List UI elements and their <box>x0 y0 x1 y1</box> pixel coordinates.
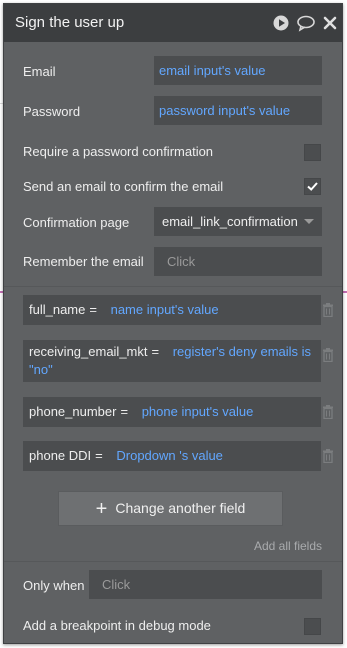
close-icon[interactable] <box>322 14 340 32</box>
password-label: Password <box>23 104 81 119</box>
chevron-down-icon <box>304 219 314 224</box>
canvas-element-border <box>343 291 347 293</box>
require-confirmation-label: Require a password confirmation <box>23 144 214 159</box>
trash-icon[interactable] <box>322 449 334 463</box>
confirmation-page-value: email_link_confirmation <box>162 214 298 229</box>
remember-email-label: Remember the email <box>23 254 144 269</box>
comment-icon[interactable] <box>296 14 315 32</box>
add-all-fields-link[interactable]: Add all fields <box>254 539 322 553</box>
action-properties-panel: Sign the user up Email email input's val… <box>3 3 343 644</box>
change-another-field-button[interactable]: + Change another field <box>58 491 283 526</box>
field-key: full_name <box>29 302 86 317</box>
field-row-phone-number[interactable]: phone_number = phone input's value <box>23 397 321 427</box>
field-row-phone-ddi[interactable]: phone DDI = Dropdown 's value <box>23 441 321 471</box>
checkmark-icon <box>307 182 318 191</box>
equals-sign: = <box>95 448 103 463</box>
field-value[interactable]: name input's value <box>111 302 219 317</box>
field-row-receiving-email-mkt[interactable]: receiving_email_mkt = register's deny ema… <box>23 340 321 382</box>
email-field[interactable]: email input's value <box>154 56 322 85</box>
trash-icon[interactable] <box>322 348 334 362</box>
trash-icon[interactable] <box>322 405 334 419</box>
field-key: phone_number <box>29 404 117 419</box>
equals-sign: = <box>151 344 160 359</box>
confirmation-page-label: Confirmation page <box>23 215 130 230</box>
breakpoint-label: Add a breakpoint in debug mode <box>23 618 211 633</box>
panel-title: Sign the user up <box>15 14 125 31</box>
panel-header: Sign the user up <box>4 4 342 42</box>
require-confirmation-checkbox[interactable] <box>304 144 321 161</box>
confirmation-page-dropdown[interactable]: email_link_confirmation <box>154 207 322 236</box>
field-value[interactable]: Dropdown 's value <box>116 448 223 463</box>
section-divider <box>4 561 342 562</box>
send-email-checkbox[interactable] <box>304 178 321 195</box>
password-field[interactable]: password input's value <box>154 96 322 125</box>
breakpoint-checkbox[interactable] <box>304 618 321 635</box>
change-another-field-label: Change another field <box>115 500 246 516</box>
send-email-label: Send an email to confirm the email <box>23 179 224 194</box>
trash-icon[interactable] <box>322 303 334 317</box>
remember-email-field[interactable]: Click <box>154 247 322 276</box>
field-key: receiving_email_mkt <box>29 344 148 359</box>
only-when-field[interactable]: Click <box>89 570 322 599</box>
plus-icon: + <box>95 498 108 520</box>
field-key: phone DDI <box>29 448 92 463</box>
equals-sign: = <box>120 404 129 419</box>
email-label: Email <box>23 64 56 79</box>
play-icon[interactable] <box>272 14 290 32</box>
equals-sign: = <box>89 302 97 317</box>
field-value[interactable]: phone input's value <box>142 404 254 419</box>
section-divider <box>4 286 342 287</box>
only-when-label: Only when <box>23 578 85 593</box>
field-row-full-name[interactable]: full_name = name input's value <box>23 295 321 325</box>
